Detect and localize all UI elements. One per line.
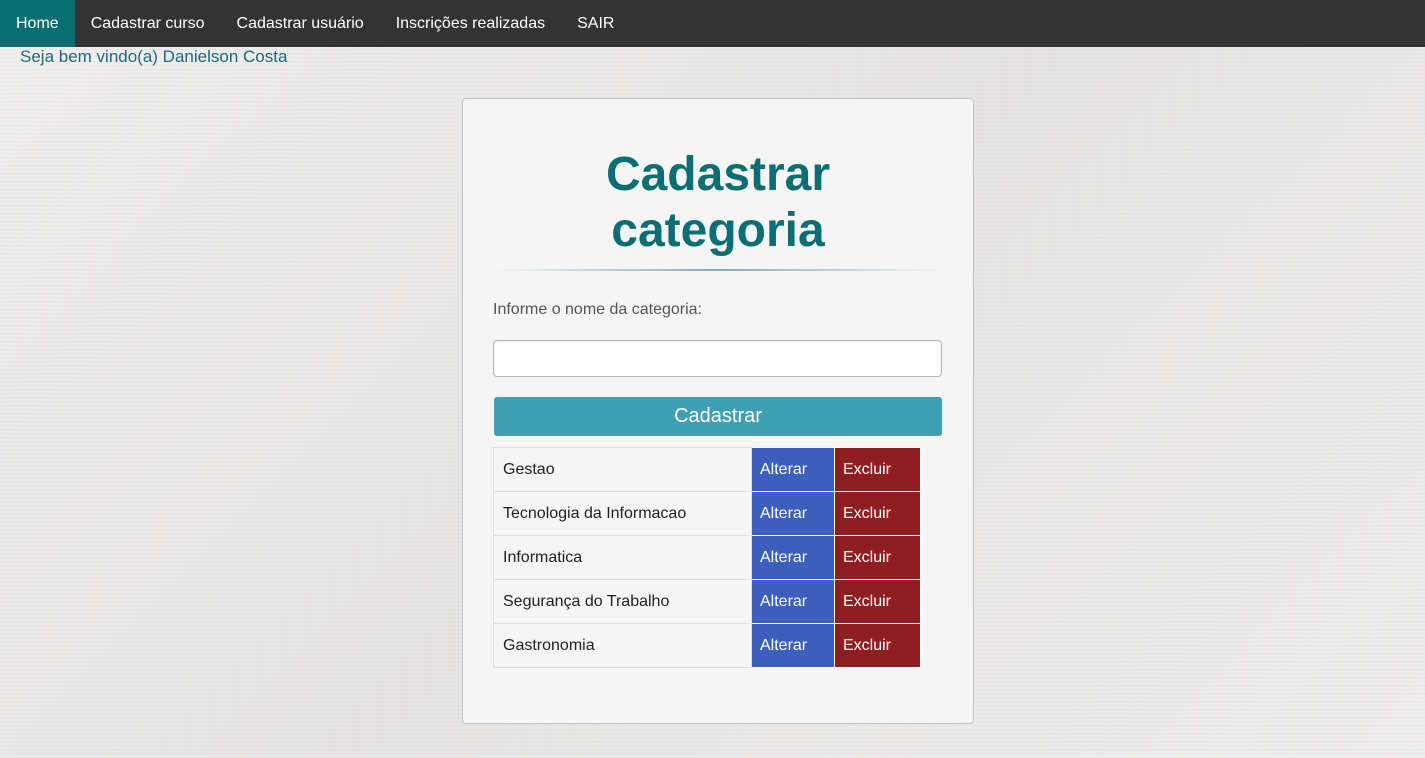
category-name-cell: Gestao bbox=[493, 447, 752, 492]
table-row: Informatica Alterar Excluir bbox=[493, 535, 921, 580]
category-name-cell: Segurança do Trabalho bbox=[493, 579, 752, 624]
delete-button[interactable]: Excluir bbox=[835, 536, 920, 579]
alter-button[interactable]: Alterar bbox=[752, 448, 834, 491]
nav-cadastrar-usuario[interactable]: Cadastrar usuário bbox=[221, 0, 380, 47]
alter-button[interactable]: Alterar bbox=[752, 536, 834, 579]
alter-button[interactable]: Alterar bbox=[752, 492, 834, 535]
alter-button[interactable]: Alterar bbox=[752, 624, 834, 667]
category-name-label: Informe o nome da categoria: bbox=[493, 301, 703, 318]
delete-cell: Excluir bbox=[834, 447, 921, 492]
table-row: Gastronomia Alterar Excluir bbox=[493, 623, 921, 668]
alter-cell: Alterar bbox=[751, 623, 835, 668]
delete-cell: Excluir bbox=[834, 491, 921, 536]
delete-cell: Excluir bbox=[834, 579, 921, 624]
delete-button[interactable]: Excluir bbox=[835, 624, 920, 667]
delete-button[interactable]: Excluir bbox=[835, 492, 920, 535]
alter-cell: Alterar bbox=[751, 491, 835, 536]
nav-sair[interactable]: SAIR bbox=[561, 0, 630, 47]
category-name-input[interactable] bbox=[493, 340, 942, 377]
page-title-line2: categoria bbox=[611, 204, 825, 257]
table-row: Tecnologia da Informacao Alterar Excluir bbox=[493, 491, 921, 536]
nav-cadastrar-curso[interactable]: Cadastrar curso bbox=[75, 0, 221, 47]
table-row: Segurança do Trabalho Alterar Excluir bbox=[493, 579, 921, 624]
alter-cell: Alterar bbox=[751, 535, 835, 580]
category-name-cell: Tecnologia da Informacao bbox=[493, 491, 752, 536]
submit-button[interactable]: Cadastrar bbox=[494, 397, 942, 436]
delete-cell: Excluir bbox=[834, 535, 921, 580]
top-navbar: Home Cadastrar curso Cadastrar usuário I… bbox=[0, 0, 1425, 47]
delete-button[interactable]: Excluir bbox=[835, 580, 920, 623]
title-divider bbox=[493, 269, 943, 271]
welcome-message: Seja bem vindo(a) Danielson Costa bbox=[20, 47, 288, 66]
alter-cell: Alterar bbox=[751, 447, 835, 492]
table-row: Gestao Alterar Excluir bbox=[493, 447, 921, 492]
category-name-cell: Gastronomia bbox=[493, 623, 752, 668]
page-title: Cadastrar categoria bbox=[463, 147, 973, 259]
category-form-card: Cadastrar categoria Informe o nome da ca… bbox=[462, 98, 974, 724]
delete-button[interactable]: Excluir bbox=[835, 448, 920, 491]
alter-button[interactable]: Alterar bbox=[752, 580, 834, 623]
category-name-cell: Informatica bbox=[493, 535, 752, 580]
page-title-line1: Cadastrar bbox=[605, 148, 831, 201]
nav-home[interactable]: Home bbox=[0, 0, 75, 47]
alter-cell: Alterar bbox=[751, 579, 835, 624]
delete-cell: Excluir bbox=[834, 623, 921, 668]
nav-inscricoes-realizadas[interactable]: Inscrições realizadas bbox=[380, 0, 561, 47]
categories-table: Gestao Alterar Excluir Tecnologia da Inf… bbox=[493, 447, 921, 668]
